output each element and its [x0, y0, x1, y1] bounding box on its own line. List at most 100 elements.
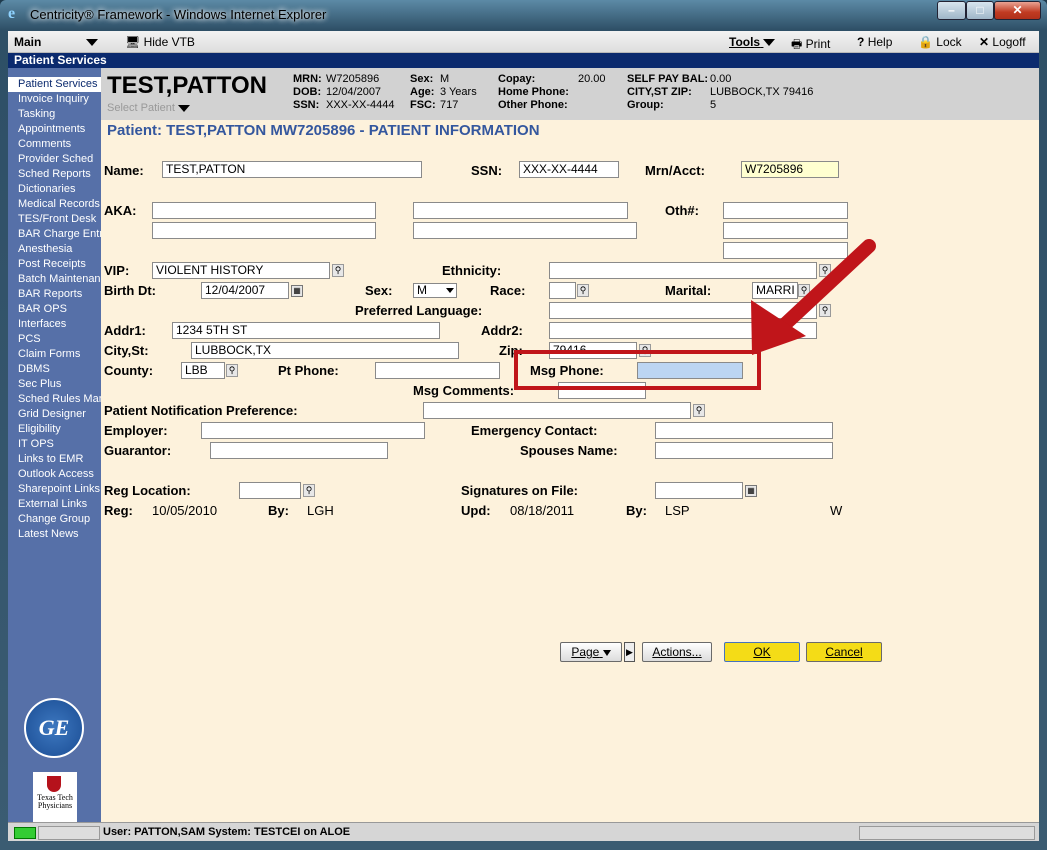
county-field[interactable]: LBB — [181, 362, 225, 379]
sidebar-item-sharepoint-links[interactable]: Sharepoint Links — [8, 482, 101, 497]
tools-caret-icon — [763, 39, 776, 47]
actions-button[interactable]: Actions... — [642, 642, 712, 662]
aka-field-1[interactable] — [152, 202, 376, 219]
reg-location-field[interactable] — [239, 482, 301, 499]
aka-field-2[interactable] — [413, 202, 628, 219]
sidebar-item-appointments[interactable]: Appointments — [8, 122, 101, 137]
emergency-contact-field[interactable] — [655, 422, 833, 439]
msg-phone-highlight — [514, 350, 761, 390]
sidebar-item-provider-sched[interactable]: Provider Sched — [8, 152, 101, 167]
minimize-button[interactable]: – — [937, 1, 966, 20]
sidebar-item-invoice-inquiry[interactable]: Invoice Inquiry — [8, 92, 101, 107]
signatures-calendar-icon[interactable]: ▦ — [745, 485, 757, 497]
sidebar-item-external-links[interactable]: External Links — [8, 497, 101, 512]
sidebar-item-change-group[interactable]: Change Group — [8, 512, 101, 527]
sidebar-item-links-to-emr[interactable]: Links to EMR — [8, 452, 101, 467]
sidebar-item-dbms[interactable]: DBMS — [8, 362, 101, 377]
city-st-label: City,St: — [104, 343, 149, 358]
main-menu-caret-icon[interactable] — [86, 35, 98, 49]
sidebar-item-eligibility[interactable]: Eligibility — [8, 422, 101, 437]
hide-vtb-button[interactable]: 🖥 Hide VTB — [125, 35, 195, 49]
sidebar-item-claim-forms[interactable]: Claim Forms — [8, 347, 101, 362]
sidebar-item-it-ops[interactable]: IT OPS — [8, 437, 101, 452]
page-button[interactable]: Page — [560, 642, 622, 662]
sidebar-item-anesthesia[interactable]: Anesthesia — [8, 242, 101, 257]
mrn-acct-field[interactable]: W7205896 — [741, 161, 839, 178]
sidebar-item-bar-charge-entry[interactable]: BAR Charge Entry — [8, 227, 101, 242]
vip-lookup-search-icon[interactable]: ⚲ — [332, 264, 344, 277]
language-lookup-search-icon[interactable]: ⚲ — [819, 304, 831, 317]
addr2-field[interactable] — [549, 322, 817, 339]
sidebar-item-batch-maintenance[interactable]: Batch Maintenance — [8, 272, 101, 287]
sidebar-item-latest-news[interactable]: Latest News — [8, 527, 101, 542]
sidebar-item-bar-ops[interactable]: BAR OPS — [8, 302, 101, 317]
ethnicity-field[interactable] — [549, 262, 817, 279]
race-lookup-search-icon[interactable]: ⚲ — [577, 284, 589, 297]
reg-by-value: LGH — [307, 503, 334, 518]
ethnicity-label: Ethnicity: — [442, 263, 502, 278]
vip-field[interactable]: VIOLENT HISTORY — [152, 262, 330, 279]
select-patient-dropdown[interactable]: Select Patient — [107, 102, 190, 114]
status-box-1 — [38, 826, 100, 840]
sidebar-item-interfaces[interactable]: Interfaces — [8, 317, 101, 332]
birth-dt-label: Birth Dt: — [104, 283, 156, 298]
sidebar-item-sched-rules[interactable]: Sched Rules Manager — [8, 392, 101, 407]
sidebar-item-dictionaries[interactable]: Dictionaries — [8, 182, 101, 197]
main-menu[interactable]: Main — [14, 35, 41, 49]
employer-field[interactable] — [201, 422, 425, 439]
logoff-button[interactable]: ✕ Logoff — [979, 35, 1026, 49]
sidebar: Patient Services Invoice Inquiry Tasking… — [8, 68, 101, 822]
guarantor-label: Guarantor: — [104, 443, 172, 458]
ethnicity-lookup-search-icon[interactable]: ⚲ — [819, 264, 831, 277]
notification-pref-field[interactable] — [423, 402, 691, 419]
patient-header: TEST,PATTON Select Patient MRN: W7205896… — [101, 68, 1039, 120]
spouses-name-field[interactable] — [655, 442, 833, 459]
sex-select[interactable]: M — [413, 283, 457, 298]
addr1-field[interactable]: 1234 5TH ST — [172, 322, 440, 339]
maximize-button[interactable]: □ — [966, 1, 994, 20]
sidebar-item-comments[interactable]: Comments — [8, 137, 101, 152]
oth-field-3[interactable] — [723, 242, 848, 259]
birth-dt-field[interactable]: 12/04/2007 — [201, 282, 289, 299]
guarantor-field[interactable] — [210, 442, 388, 459]
sidebar-item-pcs[interactable]: PCS — [8, 332, 101, 347]
lock-button[interactable]: 🔒 Lock — [918, 35, 962, 49]
sidebar-item-patient-services[interactable]: Patient Services — [8, 77, 101, 92]
oth-field-2[interactable] — [723, 222, 848, 239]
sidebar-item-bar-reports[interactable]: BAR Reports — [8, 287, 101, 302]
monitor-icon: 🖥 — [125, 35, 141, 49]
county-lookup-search-icon[interactable]: ⚲ — [226, 364, 238, 377]
sidebar-item-medical-records[interactable]: Medical Records — [8, 197, 101, 212]
reg-location-lookup-search-icon[interactable]: ⚲ — [303, 484, 315, 497]
calendar-icon[interactable]: ▦ — [291, 285, 303, 297]
help-button[interactable]: ? Help — [857, 35, 892, 49]
page-title: Patient: TEST,PATTON MW7205896 - PATIENT… — [107, 122, 540, 139]
notification-lookup-search-icon[interactable]: ⚲ — [693, 404, 705, 417]
sex-label: Sex: — [410, 73, 434, 85]
close-button[interactable]: ✕ — [994, 1, 1041, 20]
signatures-field[interactable] — [655, 482, 743, 499]
aka-field-4[interactable] — [413, 222, 637, 239]
sidebar-item-sec-plus[interactable]: Sec Plus — [8, 377, 101, 392]
city-zip-value: LUBBOCK,TX 79416 — [710, 86, 814, 98]
sidebar-item-grid-designer[interactable]: Grid Designer — [8, 407, 101, 422]
pt-phone-field[interactable] — [375, 362, 500, 379]
sidebar-item-sched-reports[interactable]: Sched Reports — [8, 167, 101, 182]
sidebar-item-post-receipts[interactable]: Post Receipts — [8, 257, 101, 272]
marital-lookup-search-icon[interactable]: ⚲ — [798, 284, 810, 297]
race-field[interactable] — [549, 282, 576, 299]
preferred-language-field[interactable] — [549, 302, 817, 319]
aka-field-3[interactable] — [152, 222, 376, 239]
marital-field[interactable]: MARRI — [752, 282, 798, 299]
ok-button[interactable]: OK — [724, 642, 800, 662]
tools-menu[interactable]: Tools — [729, 35, 776, 49]
cancel-button[interactable]: Cancel — [806, 642, 882, 662]
page-next-arrow-icon[interactable]: ▶ — [624, 642, 635, 662]
ssn-field[interactable]: XXX-XX-4444 — [519, 161, 619, 178]
oth-field-1[interactable] — [723, 202, 848, 219]
city-st-field[interactable]: LUBBOCK,TX — [191, 342, 459, 359]
name-field[interactable]: TEST,PATTON — [162, 161, 422, 178]
sidebar-item-tes-front-desk[interactable]: TES/Front Desk — [8, 212, 101, 227]
sidebar-item-tasking[interactable]: Tasking — [8, 107, 101, 122]
sidebar-item-outlook-access[interactable]: Outlook Access — [8, 467, 101, 482]
